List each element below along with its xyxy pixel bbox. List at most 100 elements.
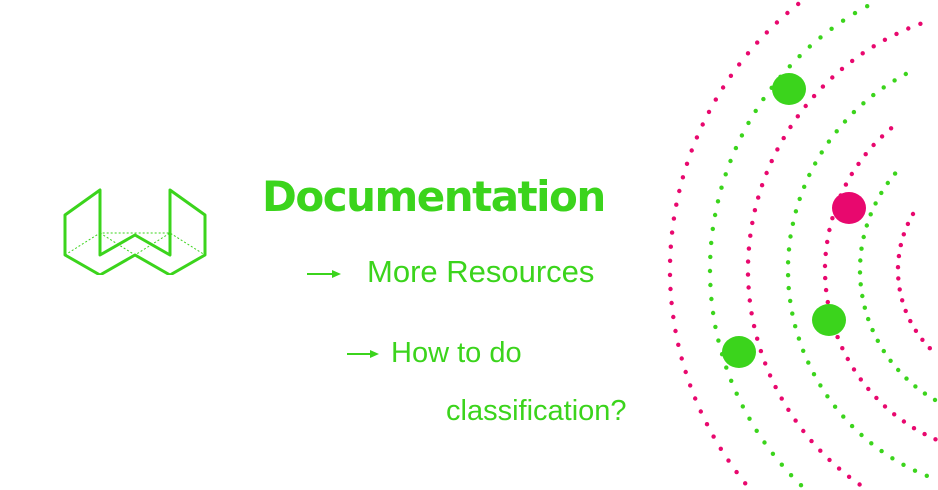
planet-green-low: [722, 336, 756, 368]
orbit-dot: [859, 246, 864, 251]
how-to-label-line2: classification?: [446, 395, 627, 427]
orbit-dot: [694, 135, 700, 140]
orbit-dot: [885, 180, 890, 186]
orbit-dot: [746, 120, 751, 126]
orbit-dot: [879, 134, 885, 139]
orbit-dot: [755, 40, 760, 45]
orbit-dot: [849, 171, 854, 177]
orbit-dot: [857, 270, 863, 275]
orbit-dot: [712, 212, 718, 218]
orbit-dot: [762, 440, 767, 445]
orbit-dot: [827, 457, 832, 463]
orbit-dot: [856, 161, 861, 167]
orbit-dot: [667, 258, 673, 263]
orbit-dot: [830, 75, 835, 80]
orbit-dot: [746, 246, 752, 251]
orbit-dot: [879, 448, 884, 454]
orbit-dot: [770, 451, 776, 456]
orbit-dot: [807, 44, 812, 49]
orbit-dot: [839, 66, 845, 72]
how-to-label-line1: How to do: [391, 337, 522, 369]
orbit-dot: [788, 473, 794, 478]
orbit-dot: [713, 324, 718, 330]
orbit-dot: [922, 431, 927, 437]
orbit-dot: [850, 58, 855, 64]
orbit-dot: [835, 334, 840, 340]
orbit-dot: [823, 287, 829, 293]
orbit-dot: [831, 323, 836, 328]
orbit-dot: [825, 239, 830, 245]
orbit-dot: [788, 234, 793, 239]
orbit-dot: [707, 268, 713, 274]
orbit-dot: [830, 216, 835, 221]
orbit-dot: [895, 265, 901, 270]
orbit-dot: [894, 31, 899, 37]
orbit-dot: [875, 338, 880, 343]
orbit-dot: [913, 384, 918, 389]
orbit-dot: [676, 342, 681, 347]
orbit-dot: [711, 434, 716, 439]
more-resources-link[interactable]: More Resources: [305, 254, 594, 290]
orbit-dot: [892, 412, 897, 417]
orbit-dot: [911, 426, 917, 431]
orbit-dot: [788, 124, 793, 130]
orbit-dot: [786, 285, 791, 291]
orbit-dot: [786, 407, 791, 412]
orbit-dot: [845, 356, 850, 362]
orbit-dot: [750, 220, 755, 226]
orbit-dot: [897, 287, 902, 292]
orbit-dot: [787, 64, 792, 69]
orbit-dot: [708, 254, 713, 260]
orbit-dot: [861, 234, 866, 240]
orbit-dot: [698, 409, 703, 414]
orbit-dot: [843, 182, 849, 187]
orbit-dot: [882, 404, 888, 409]
more-resources-label: More Resources: [367, 254, 595, 289]
orbit-dot: [901, 232, 906, 237]
orbit-dot: [905, 221, 911, 227]
orbit-dot: [763, 361, 768, 366]
orbit-dot: [918, 21, 923, 26]
orbit-dot: [840, 18, 846, 23]
orbit-dot: [700, 122, 705, 127]
orbit-dot: [825, 299, 830, 305]
orbit-dot: [774, 20, 780, 25]
orbit-dot: [849, 423, 855, 429]
planet-pink: [832, 192, 866, 224]
orbit-dot: [779, 462, 784, 467]
orbit-dot: [858, 258, 863, 263]
orbit-dot: [746, 285, 751, 290]
orbit-dot: [913, 328, 919, 333]
orbit-dot: [797, 196, 802, 202]
orbit-dot: [671, 216, 677, 221]
orbit-dot: [767, 373, 773, 378]
orbit-dot: [834, 129, 839, 134]
orbit-dot: [788, 298, 793, 304]
orbit-dot: [797, 54, 802, 59]
orbit-dot: [688, 383, 693, 388]
orbit-dot: [906, 26, 911, 31]
page-title: Documentation: [262, 172, 606, 221]
orbit-dot: [866, 386, 871, 392]
orbit-dot: [832, 404, 838, 409]
orbit-dot: [752, 208, 758, 213]
orbit-dot: [908, 318, 913, 324]
planet-green-mid: [812, 304, 846, 336]
orbit-dot: [870, 327, 875, 333]
orbit-dot: [825, 394, 830, 399]
orbit-dot: [933, 437, 938, 442]
orbit-dot: [740, 404, 745, 409]
orbit-dot: [863, 152, 868, 157]
orbit-dot: [733, 145, 739, 151]
orbit-dot: [724, 365, 729, 370]
orbit-dot: [857, 482, 862, 487]
orbit-dot: [720, 85, 726, 90]
orbit-dot: [924, 473, 929, 478]
how-to-classification-link[interactable]: How to do classification?: [345, 324, 645, 440]
orbit-dot: [748, 233, 753, 238]
orbit-dot: [793, 209, 799, 214]
orbit-dot: [932, 397, 938, 403]
orbit-dot: [851, 367, 857, 372]
orbit-dot: [668, 244, 673, 249]
orbit-dot: [715, 199, 721, 204]
